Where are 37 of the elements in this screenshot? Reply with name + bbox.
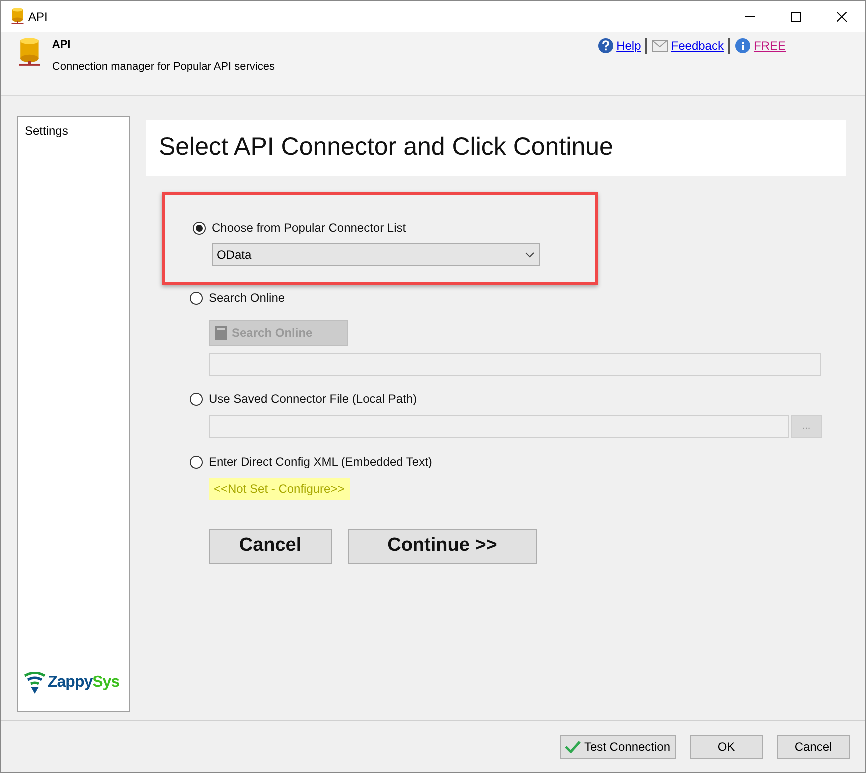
cancel-button[interactable]: Cancel	[209, 529, 332, 564]
info-icon	[734, 38, 751, 54]
header-title: API	[52, 38, 72, 53]
ok-button[interactable]: OK	[690, 734, 763, 758]
test-connection-button[interactable]: Test Connection	[560, 734, 676, 758]
radio-button[interactable]	[190, 456, 203, 468]
search-field[interactable]	[209, 353, 821, 376]
envelope-icon	[652, 40, 668, 52]
radio-button[interactable]	[190, 392, 203, 406]
help-link[interactable]: Help	[616, 36, 642, 54]
sidebar-item[interactable]: Settings	[18, 117, 129, 145]
connector-dropdown[interactable]: OData	[212, 243, 540, 266]
logo-text: ZappySys	[48, 673, 120, 693]
radio-button[interactable]	[190, 292, 203, 304]
window-title: API	[28, 8, 48, 26]
free-link[interactable]: FREE	[754, 36, 786, 54]
database-icon	[18, 38, 42, 67]
option-label[interactable]: Choose from Popular Connector List	[212, 219, 406, 237]
maximize-icon	[791, 12, 801, 22]
wifi-logo-icon	[24, 672, 46, 694]
header-subtitle: Connection manager for Popular API services	[52, 60, 275, 74]
radio-button[interactable]	[193, 222, 206, 234]
book-icon	[214, 325, 228, 341]
help-icon	[598, 38, 614, 54]
minimize-icon	[745, 16, 755, 17]
file-path-field[interactable]	[209, 415, 789, 438]
option-label[interactable]: Use Saved Connector File (Local Path)	[209, 390, 418, 408]
continue-button[interactable]: Continue >>	[348, 529, 537, 564]
option-label[interactable]: Search Online	[209, 289, 286, 307]
heading-panel: Select API Connector and Click Continue	[146, 120, 846, 176]
close-icon	[837, 12, 847, 22]
cancel-button[interactable]: Cancel	[777, 734, 850, 758]
feedback-link[interactable]: Feedback	[671, 36, 724, 54]
option-label[interactable]: Enter Direct Config XML (Embedded Text)	[209, 453, 432, 471]
database-icon	[11, 8, 24, 25]
chevron-down-icon	[525, 252, 535, 258]
checkmark-icon	[565, 740, 582, 752]
